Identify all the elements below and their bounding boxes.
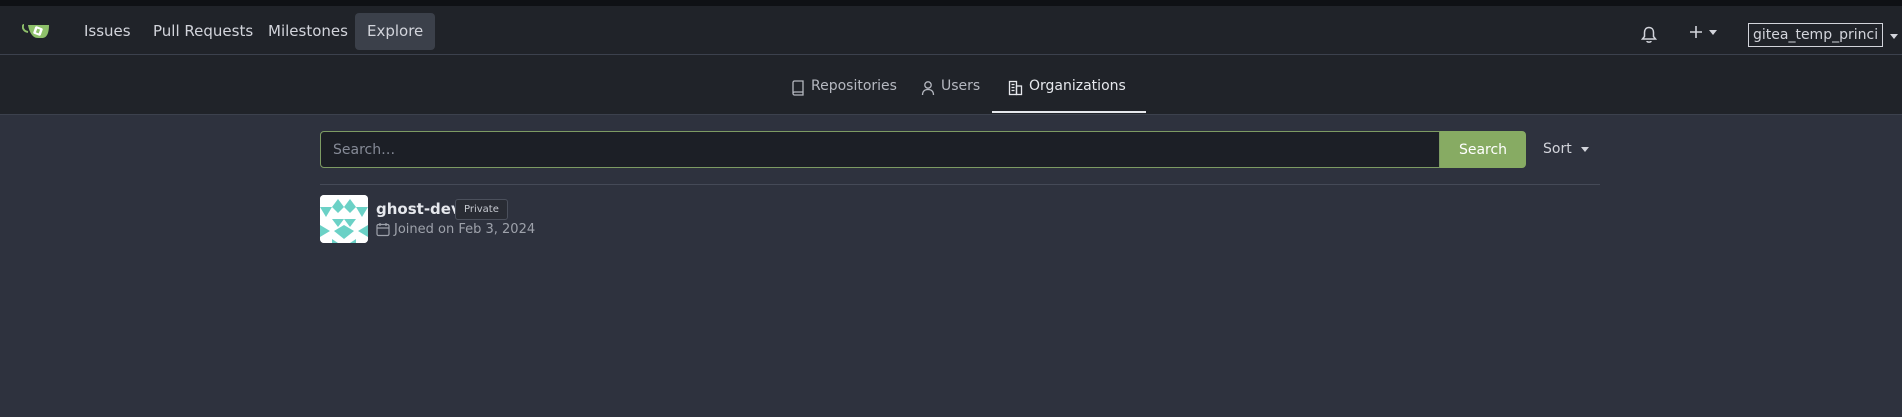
org-name[interactable]: ghost-dev [376, 200, 461, 218]
nav-milestones[interactable]: Milestones [256, 13, 360, 50]
person-icon [921, 81, 935, 96]
calendar-icon [376, 223, 390, 237]
tab-users-label: Users [941, 78, 981, 94]
search-button[interactable]: Search [1440, 131, 1526, 168]
plus-icon [1690, 26, 1702, 38]
org-joined-date: Joined on Feb 3, 2024 [376, 222, 535, 237]
tab-organizations-label: Organizations [1029, 78, 1126, 94]
chevron-down-icon [1709, 29, 1717, 35]
organization-icon [1008, 80, 1023, 96]
nav-explore[interactable]: Explore [355, 13, 436, 50]
visibility-badge: Private [455, 199, 508, 220]
user-menu-chevron-icon[interactable] [1890, 34, 1898, 39]
user-avatar[interactable]: gitea_temp_princi [1748, 23, 1883, 47]
chevron-down-icon [1581, 146, 1590, 152]
nav-pull-requests[interactable]: Pull Requests [141, 13, 265, 50]
tab-repositories-label: Repositories [811, 78, 897, 94]
gitea-logo-icon[interactable] [22, 19, 52, 43]
repo-icon [792, 80, 804, 96]
search-input[interactable] [320, 131, 1440, 168]
create-new-menu[interactable] [1689, 25, 1717, 39]
explore-tabs: Repositories Users Organizations [0, 55, 1902, 115]
joined-text: Joined on Feb 3, 2024 [394, 222, 536, 237]
divider [320, 184, 1600, 185]
sort-dropdown[interactable]: Sort [1543, 141, 1590, 157]
sort-label: Sort [1543, 141, 1572, 157]
tab-users[interactable]: Users [921, 78, 980, 114]
tab-repositories[interactable]: Repositories [791, 78, 897, 114]
nav-issues[interactable]: Issues [72, 13, 143, 50]
org-avatar[interactable] [320, 195, 368, 243]
active-tab-indicator [992, 111, 1146, 113]
top-navbar: Issues Pull Requests Milestones Explore … [0, 0, 1902, 55]
tab-organizations[interactable]: Organizations [1008, 78, 1126, 114]
bell-icon[interactable] [1641, 26, 1657, 44]
